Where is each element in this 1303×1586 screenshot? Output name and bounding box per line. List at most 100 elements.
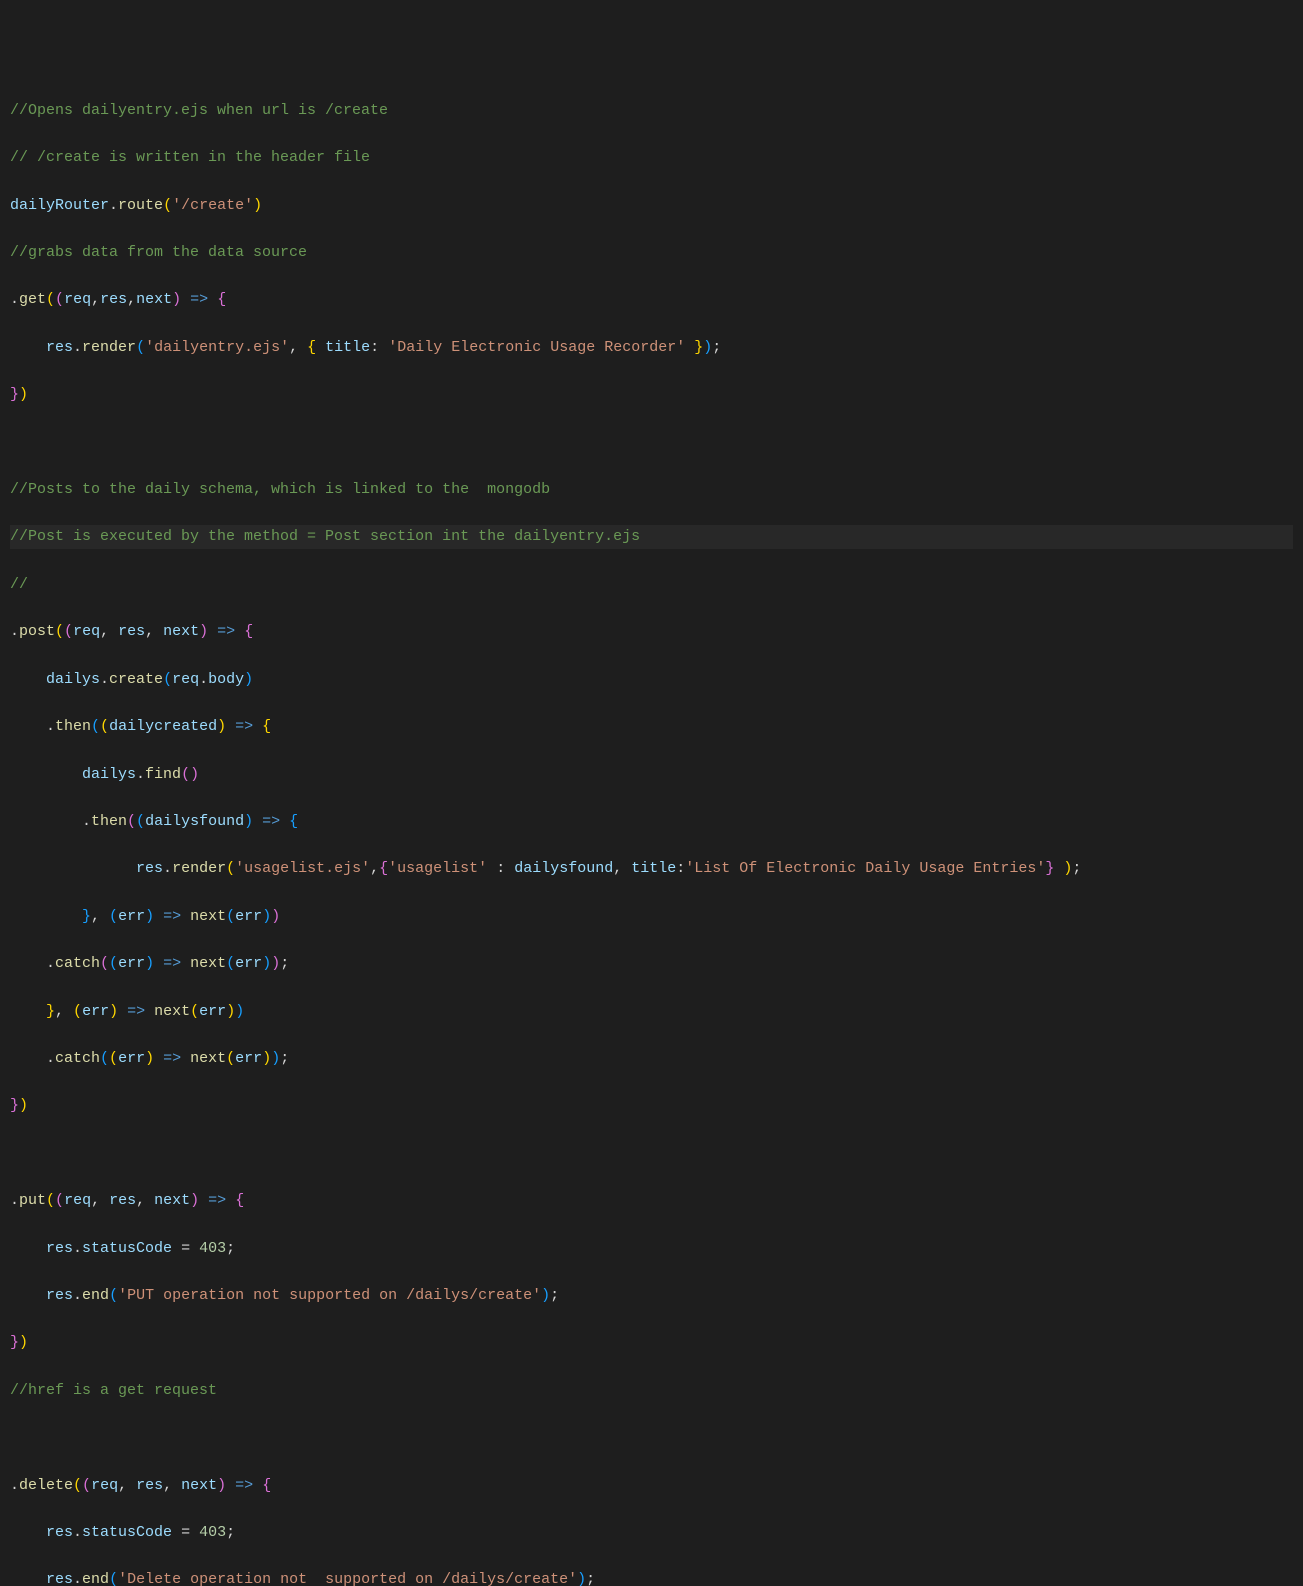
code-token: title (631, 860, 676, 877)
code-token (154, 955, 163, 972)
code-token (253, 1477, 262, 1494)
code-token: ) (19, 1334, 28, 1351)
code-line[interactable]: }) (10, 383, 1293, 407)
comment-token: //Posts to the daily schema, which is li… (10, 481, 550, 498)
code-line[interactable]: dailys.find() (10, 763, 1293, 787)
code-token (10, 339, 46, 356)
code-line[interactable]: //href is a get request (10, 1379, 1293, 1403)
code-token: { (217, 291, 226, 308)
code-token: create (109, 671, 163, 688)
code-line[interactable]: //Opens dailyentry.ejs when url is /crea… (10, 99, 1293, 123)
code-token: dailysfound (145, 813, 244, 830)
code-line[interactable]: // /create is written in the header file (10, 146, 1293, 170)
code-line[interactable]: .get((req,res,next) => { (10, 288, 1293, 312)
code-token: ( (46, 1192, 55, 1209)
code-line[interactable]: .delete((req, res, next) => { (10, 1474, 1293, 1498)
code-token: ( (46, 291, 55, 308)
code-line[interactable]: res.end('PUT operation not supported on … (10, 1284, 1293, 1308)
code-token (154, 1050, 163, 1067)
code-line[interactable]: // (10, 573, 1293, 597)
code-token: . (10, 718, 55, 735)
code-token: ) (145, 1050, 154, 1067)
code-token: ; (586, 1571, 595, 1586)
code-token (118, 1003, 127, 1020)
code-token: next (154, 1003, 190, 1020)
code-token: . (10, 1050, 55, 1067)
code-token: dailyRouter (10, 197, 109, 214)
code-line[interactable]: //Post is executed by the method = Post … (10, 525, 1293, 549)
code-line[interactable]: res.render('dailyentry.ejs', { title: 'D… (10, 336, 1293, 360)
code-token: , (163, 1477, 181, 1494)
code-line[interactable]: res.render('usagelist.ejs',{'usagelist' … (10, 857, 1293, 881)
code-token: ( (226, 955, 235, 972)
code-token: 'List Of Electronic Daily Usage Entries' (685, 860, 1045, 877)
code-line[interactable]: .catch((err) => next(err)); (10, 952, 1293, 976)
code-token: , (91, 1192, 109, 1209)
code-token: post (19, 623, 55, 640)
code-token: err (118, 1050, 145, 1067)
code-token: , (118, 1477, 136, 1494)
code-token: ( (100, 718, 109, 735)
code-token: ( (55, 623, 64, 640)
code-token: ) (271, 955, 280, 972)
code-token: ( (190, 1003, 199, 1020)
code-token: { (244, 623, 253, 640)
code-line[interactable]: //grabs data from the data source (10, 241, 1293, 265)
code-line[interactable]: .then((dailycreated) => { (10, 715, 1293, 739)
code-token: . (73, 1240, 82, 1257)
code-token: end (82, 1571, 109, 1586)
code-line[interactable] (10, 1142, 1293, 1166)
code-token: res (100, 291, 127, 308)
code-token: , (136, 1192, 154, 1209)
code-token: } (10, 386, 19, 403)
code-token (226, 1477, 235, 1494)
code-token: ) (244, 671, 253, 688)
code-token: req (64, 291, 91, 308)
code-token: '/create' (172, 197, 253, 214)
code-line[interactable]: res.end('Delete operation not supported … (10, 1568, 1293, 1586)
code-token: . (10, 623, 19, 640)
code-token: ( (226, 908, 235, 925)
code-token: => (163, 908, 181, 925)
code-line[interactable]: //Posts to the daily schema, which is li… (10, 478, 1293, 502)
code-line[interactable]: .then((dailysfound) => { (10, 810, 1293, 834)
code-token: } (46, 1003, 55, 1020)
code-token: ( (109, 1287, 118, 1304)
code-token: ( (109, 955, 118, 972)
code-token: ( (100, 955, 109, 972)
code-token: err (82, 1003, 109, 1020)
code-token: res (46, 1240, 73, 1257)
code-line[interactable]: }, (err) => next(err)) (10, 1000, 1293, 1024)
code-token: 'dailyentry.ejs' (145, 339, 289, 356)
code-line[interactable]: }, (err) => next(err)) (10, 905, 1293, 929)
code-token: . (10, 291, 19, 308)
code-line[interactable]: res.statusCode = 403; (10, 1237, 1293, 1261)
code-token: err (118, 955, 145, 972)
code-token: ( (91, 718, 100, 735)
code-line[interactable] (10, 431, 1293, 455)
code-token (280, 813, 289, 830)
code-token: = (172, 1240, 199, 1257)
code-token: . (10, 1192, 19, 1209)
code-token: ( (136, 339, 145, 356)
code-token: . (136, 766, 145, 783)
code-token: 'PUT operation not supported on /dailys/… (118, 1287, 541, 1304)
code-editor[interactable]: //Opens dailyentry.ejs when url is /crea… (0, 95, 1303, 1586)
code-token: dailysfound (514, 860, 613, 877)
code-line[interactable]: }) (10, 1094, 1293, 1118)
code-line[interactable]: dailys.create(req.body) (10, 668, 1293, 692)
code-line[interactable]: .catch((err) => next(err)); (10, 1047, 1293, 1071)
code-token (10, 1240, 46, 1257)
code-line[interactable]: dailyRouter.route('/create') (10, 194, 1293, 218)
code-token (10, 1524, 46, 1541)
code-token: next (190, 908, 226, 925)
code-token: err (235, 1050, 262, 1067)
code-line[interactable]: res.statusCode = 403; (10, 1521, 1293, 1545)
code-line[interactable]: .put((req, res, next) => { (10, 1189, 1293, 1213)
code-token: render (172, 860, 226, 877)
code-line[interactable]: }) (10, 1331, 1293, 1355)
code-line[interactable]: .post((req, res, next) => { (10, 620, 1293, 644)
code-token: req (64, 1192, 91, 1209)
code-line[interactable] (10, 1426, 1293, 1450)
code-token (154, 908, 163, 925)
